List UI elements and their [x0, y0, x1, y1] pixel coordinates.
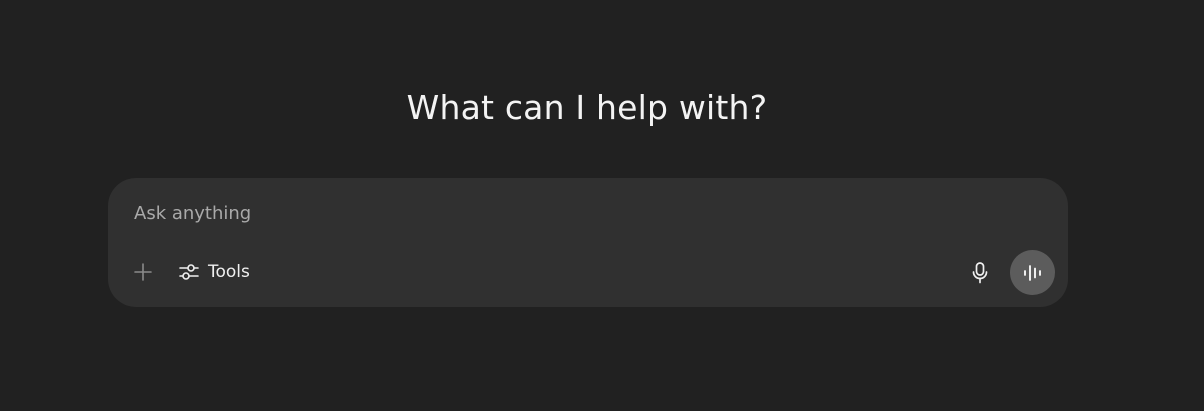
prompt-input[interactable] — [132, 198, 1016, 228]
tools-button[interactable]: Tools — [170, 256, 258, 288]
tools-label: Tools — [208, 262, 250, 282]
voice-waveform-icon — [1022, 263, 1044, 283]
page-title: What can I help with? — [406, 88, 768, 127]
dictate-button[interactable] — [964, 257, 996, 289]
voice-mode-button[interactable] — [1010, 250, 1055, 295]
chat-home-page: What can I help with? Tools — [0, 0, 1204, 411]
microphone-icon — [971, 261, 989, 285]
add-attachment-button[interactable] — [128, 257, 158, 287]
sliders-icon — [178, 262, 200, 282]
prompt-composer[interactable]: Tools — [108, 178, 1068, 307]
plus-icon — [133, 262, 153, 282]
